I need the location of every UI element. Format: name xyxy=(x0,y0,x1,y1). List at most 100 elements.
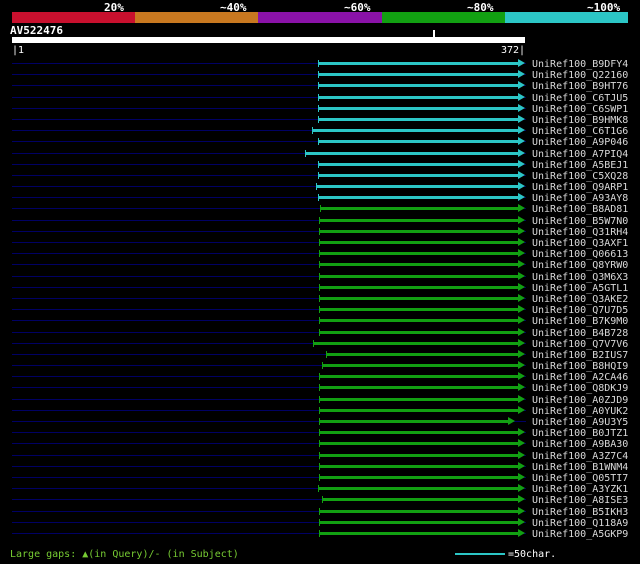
hit-alignment-bar[interactable] xyxy=(319,241,518,244)
hit-alignment-bar[interactable] xyxy=(305,151,518,155)
hit-alignment-bar[interactable] xyxy=(319,274,518,278)
hit-arrowhead-icon xyxy=(518,238,525,246)
hit-start-tick xyxy=(319,473,320,481)
hit-alignment-bar[interactable] xyxy=(319,509,518,513)
hit-alignment-bar[interactable] xyxy=(319,464,518,468)
hit-arrowhead-icon xyxy=(518,92,525,101)
hit-start-tick xyxy=(319,451,320,459)
hit-alignment-bar[interactable] xyxy=(318,95,518,99)
hit-start-tick xyxy=(318,104,319,112)
hit-start-tick xyxy=(318,485,319,493)
hit-alignment-bar[interactable] xyxy=(318,140,518,144)
hit-alignment-bar[interactable] xyxy=(326,352,518,356)
hit-row: UniRef100_Q3AXF1 xyxy=(0,237,640,249)
hit-row: UniRef100_B7K9M0 xyxy=(0,315,640,327)
hit-arrowhead-icon xyxy=(518,271,525,280)
hit-alignment-bar[interactable] xyxy=(316,185,518,189)
hit-alignment-bar[interactable] xyxy=(319,319,518,323)
hit-row: UniRef100_A9U3Y5 xyxy=(0,416,640,428)
hit-start-tick xyxy=(318,171,319,179)
hit-alignment-bar[interactable] xyxy=(319,375,518,379)
hit-start-tick xyxy=(319,518,320,526)
hit-row: UniRef100_B5IKH3 xyxy=(0,506,640,518)
hit-alignment-bar[interactable] xyxy=(318,117,518,121)
hit-alignment-bar[interactable] xyxy=(319,420,508,423)
identity-scale-segment xyxy=(258,12,382,23)
hit-label[interactable]: UniRef100_A5GKP9 xyxy=(532,529,628,540)
hit-start-tick xyxy=(322,362,323,370)
hit-alignment-bar[interactable] xyxy=(319,431,518,435)
identity-scale-bar xyxy=(12,12,629,23)
hit-alignment-bar[interactable] xyxy=(319,386,518,390)
hit-arrowhead-icon xyxy=(518,528,525,537)
hit-start-tick xyxy=(318,60,319,67)
hit-alignment-bar[interactable] xyxy=(318,62,518,65)
hit-arrowhead-icon xyxy=(518,450,525,459)
hit-start-tick xyxy=(319,529,320,537)
hit-alignment-bar[interactable] xyxy=(319,397,518,401)
hit-alignment-bar[interactable] xyxy=(319,475,518,479)
hit-alignment-bar[interactable] xyxy=(319,453,518,457)
hit-alignment-bar[interactable] xyxy=(319,520,518,524)
hit-alignment-bar[interactable] xyxy=(319,308,518,312)
hit-start-tick xyxy=(319,261,320,269)
hit-row: UniRef100_Q3AKE2 xyxy=(0,293,640,305)
hit-start-tick xyxy=(305,149,306,157)
hit-arrowhead-icon xyxy=(518,282,525,291)
hit-row: UniRef100_A8ISE3 xyxy=(0,494,640,506)
hit-alignment-bar[interactable] xyxy=(312,129,518,133)
hit-alignment-bar[interactable] xyxy=(322,364,518,368)
hit-alignment-bar[interactable] xyxy=(318,173,518,177)
hit-row: UniRef100_A5BEJ1 xyxy=(0,159,640,171)
hit-alignment-bar[interactable] xyxy=(318,73,518,77)
hit-start-tick xyxy=(316,183,317,191)
hit-row: UniRef100_B8HQI9 xyxy=(0,360,640,372)
hit-row: UniRef100_B5W7N0 xyxy=(0,215,640,227)
hit-alignment-bar[interactable] xyxy=(319,330,518,334)
hit-alignment-bar[interactable] xyxy=(319,218,518,222)
hit-alignment-bar[interactable] xyxy=(318,162,518,166)
hit-alignment-bar[interactable] xyxy=(318,84,518,88)
hit-alignment-bar[interactable] xyxy=(319,296,518,300)
hit-alignment-bar[interactable] xyxy=(319,252,518,256)
hit-arrowhead-icon xyxy=(518,148,525,157)
hit-alignment-bar[interactable] xyxy=(319,442,518,446)
hit-row: UniRef100_C6SWP1 xyxy=(0,103,640,115)
hit-row: UniRef100_Q8DKJ9 xyxy=(0,382,640,394)
hit-row: UniRef100_A93AY8 xyxy=(0,192,640,204)
hit-alignment-bar[interactable] xyxy=(319,263,518,267)
hit-start-tick xyxy=(319,250,320,258)
hit-start-tick xyxy=(319,239,320,246)
hit-start-tick xyxy=(318,71,319,79)
hit-start-tick xyxy=(319,216,320,224)
hit-alignment-bar[interactable] xyxy=(319,408,518,412)
hit-alignment-bar[interactable] xyxy=(318,487,518,491)
hit-arrowhead-icon xyxy=(518,383,525,392)
hit-arrowhead-icon xyxy=(518,349,525,358)
hit-start-tick xyxy=(319,272,320,280)
hit-row: UniRef100_B9DFY4 xyxy=(0,58,640,70)
hit-alignment-bar[interactable] xyxy=(319,531,518,535)
hit-arrowhead-icon xyxy=(518,495,525,504)
hit-row: UniRef100_C6TJU5 xyxy=(0,92,640,104)
hit-alignment-bar[interactable] xyxy=(322,498,518,502)
hit-row: UniRef100_A3Z7C4 xyxy=(0,450,640,462)
hit-alignment-bar[interactable] xyxy=(313,341,518,345)
scale-legend-line-icon xyxy=(455,553,505,555)
hit-alignment-bar[interactable] xyxy=(320,207,518,211)
hit-arrowhead-icon xyxy=(518,372,525,381)
hit-alignment-bar[interactable] xyxy=(318,196,518,200)
hit-row: UniRef100_Q31RH4 xyxy=(0,226,640,238)
hit-arrowhead-icon xyxy=(518,428,525,437)
identity-scale-segment xyxy=(135,12,259,23)
hit-arrowhead-icon xyxy=(518,316,525,325)
hit-start-tick xyxy=(313,339,314,347)
hit-alignment-bar[interactable] xyxy=(318,106,518,110)
hit-alignment-bar[interactable] xyxy=(319,229,518,233)
hit-row: UniRef100_A9P046 xyxy=(0,136,640,148)
hit-row: UniRef100_A5GKP9 xyxy=(0,528,640,540)
hit-arrowhead-icon xyxy=(518,327,525,336)
hit-alignment-bar[interactable] xyxy=(319,285,518,289)
hit-arrowhead-icon xyxy=(518,305,525,314)
hit-arrowhead-icon xyxy=(518,103,525,112)
